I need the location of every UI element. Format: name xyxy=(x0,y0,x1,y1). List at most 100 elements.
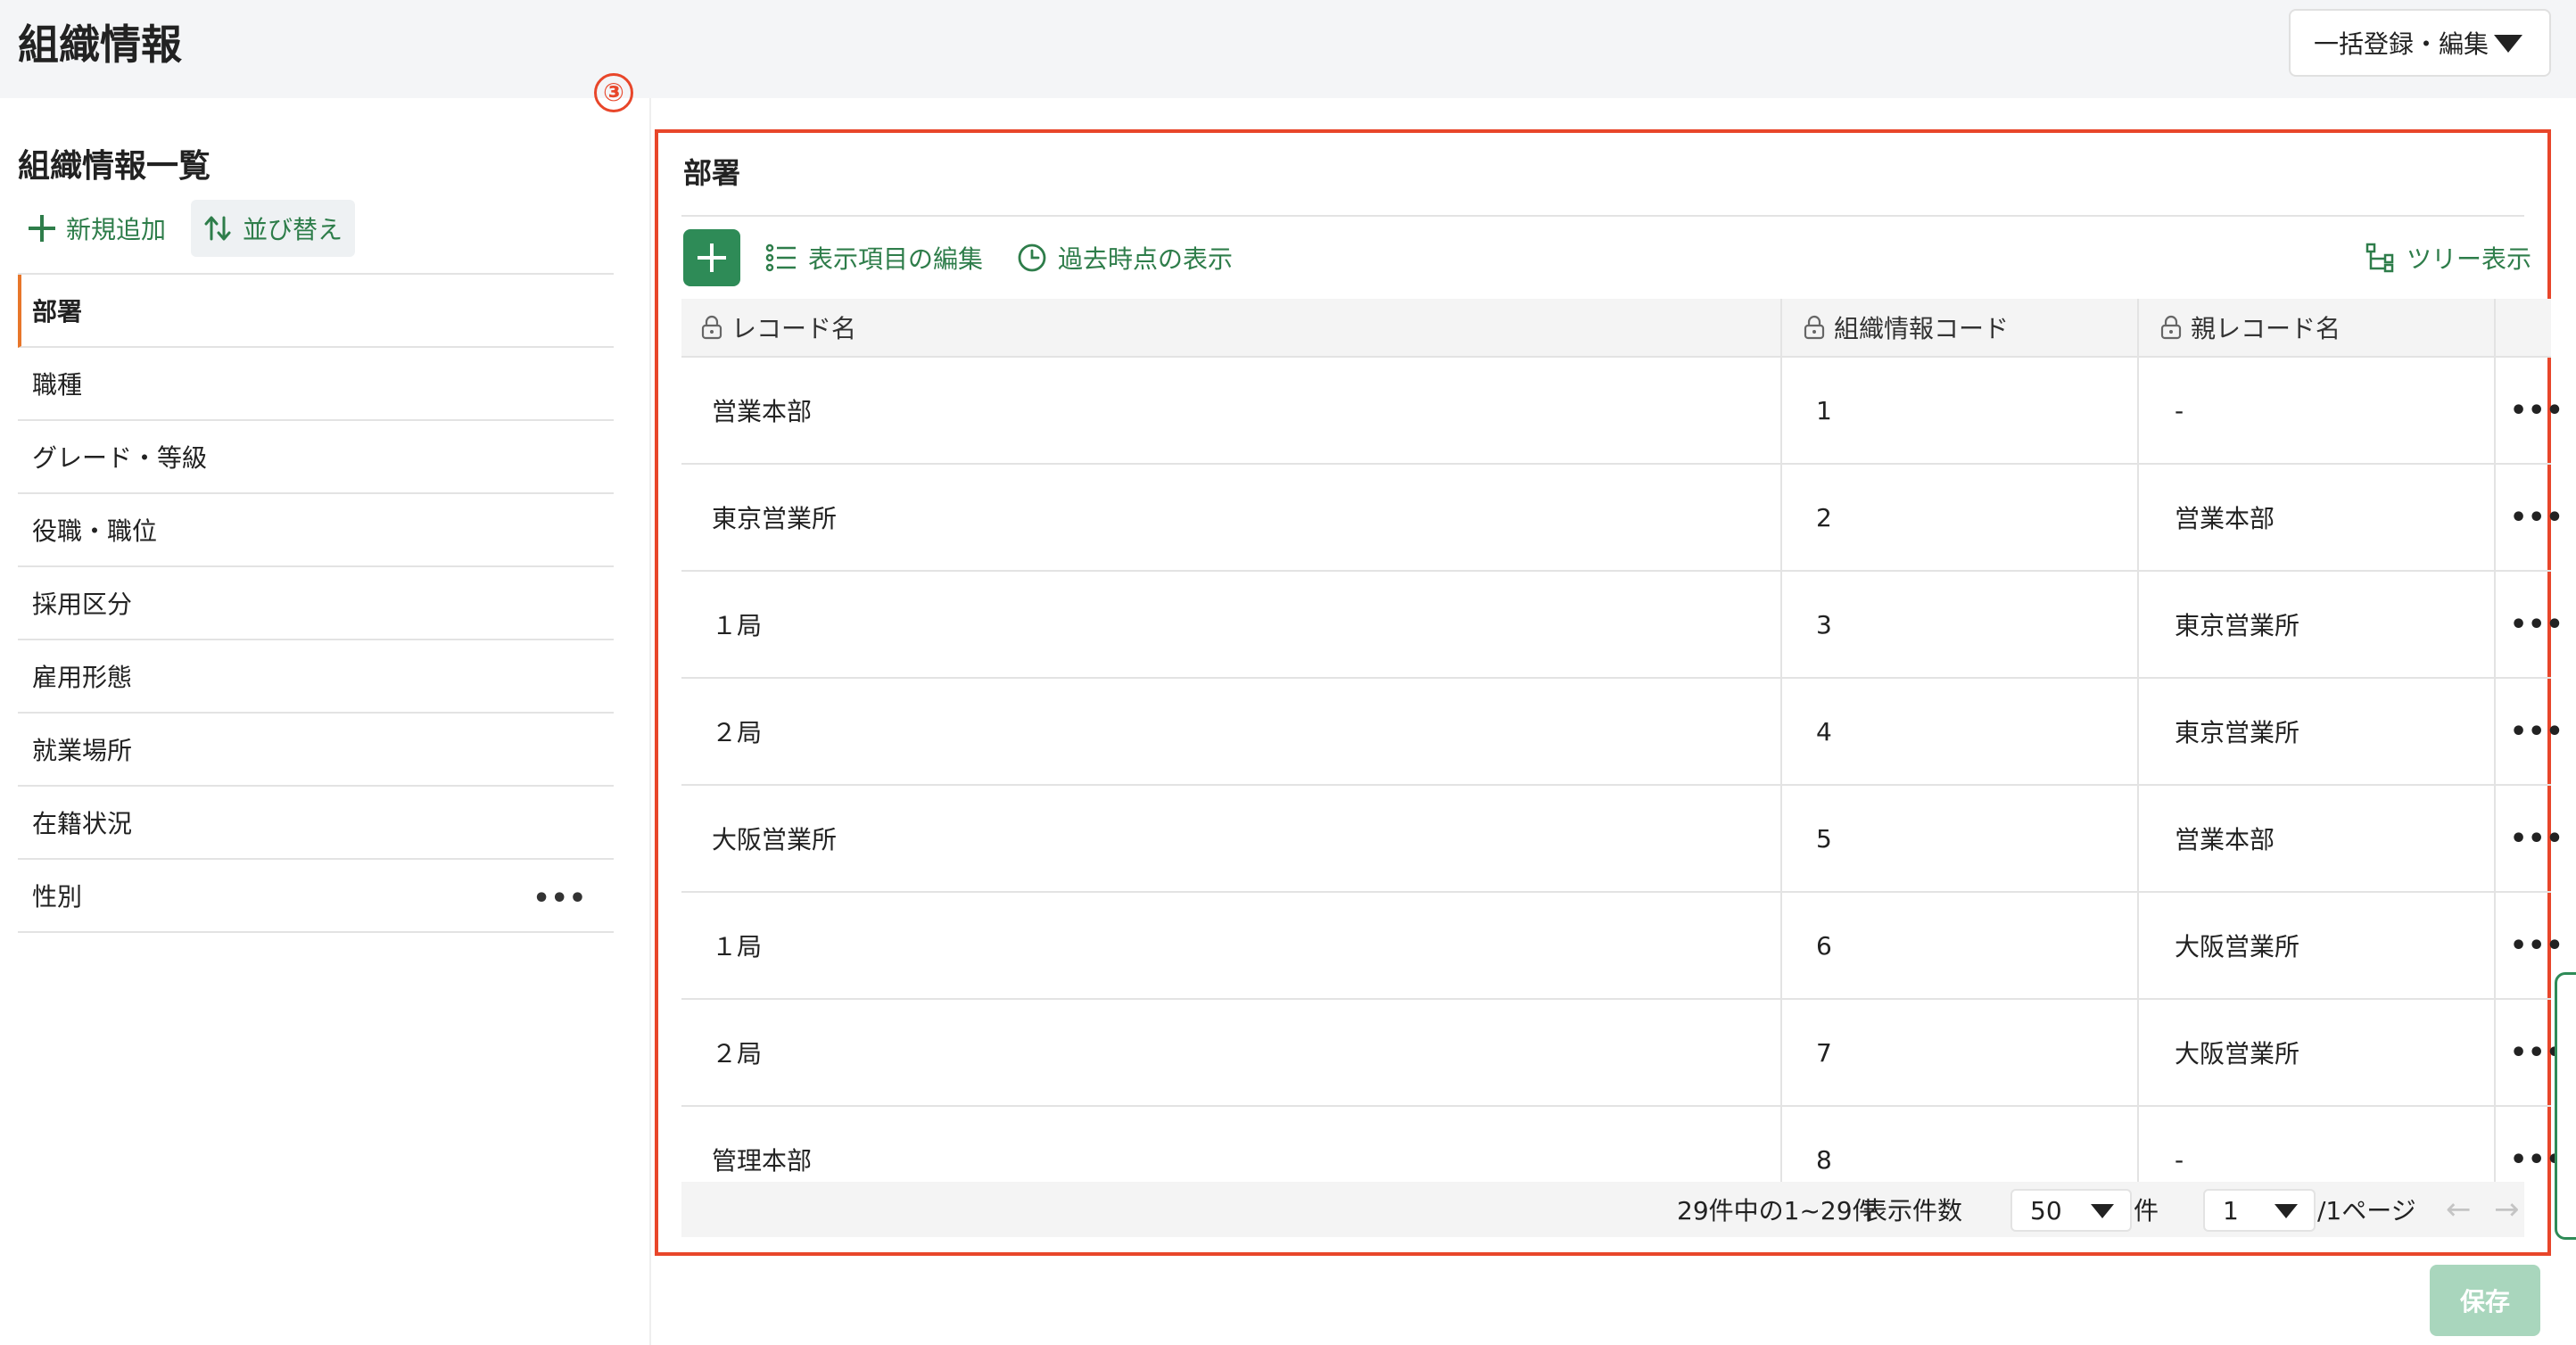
sidebar-item-label: 採用区分 xyxy=(32,590,133,619)
row-menu-icon[interactable]: ••• xyxy=(2510,465,2564,570)
row-menu-icon[interactable]: ••• xyxy=(2510,679,2564,784)
page-title: 組織情報 xyxy=(18,21,182,69)
table-row[interactable]: 東京営業所 2 営業本部 ••• xyxy=(681,465,2564,572)
records-table: レコード名 組織情報コード 親レコード名 営業本部 1 - ••• 東京営業所 … xyxy=(681,299,2564,1212)
sidebar-item-label: 職種 xyxy=(32,370,83,400)
lock-icon xyxy=(701,315,722,340)
sidebar-item-grade[interactable]: グレード・等級 xyxy=(18,421,614,494)
page-value: 1 xyxy=(2223,1195,2239,1225)
table-row[interactable]: 大阪営業所 5 営業本部 ••• xyxy=(681,786,2564,893)
cell-record-name: １局 xyxy=(712,932,763,961)
cell-org-code: 7 xyxy=(1816,1037,1832,1068)
panel-title: 部署 xyxy=(683,156,741,190)
table-row[interactable]: １局 3 東京営業所 ••• xyxy=(681,572,2564,679)
row-menu-icon[interactable]: ••• xyxy=(2510,572,2564,677)
more-options-icon[interactable]: ••• xyxy=(533,883,587,914)
plus-icon xyxy=(29,215,55,242)
cell-org-code: 4 xyxy=(1816,716,1832,747)
panel-divider xyxy=(649,98,651,1345)
cell-parent-record: 大阪営業所 xyxy=(2175,932,2300,961)
caret-down-icon xyxy=(2091,1204,2114,1218)
edit-columns-label: 表示項目の編集 xyxy=(808,244,984,274)
table-row[interactable]: ２局 7 大阪営業所 ••• xyxy=(681,1000,2564,1107)
list-settings-icon xyxy=(765,243,796,272)
sidebar-item-label: 就業場所 xyxy=(32,736,133,765)
sort-arrows-icon xyxy=(204,216,231,241)
tree-view-button[interactable]: ツリー表示 xyxy=(2365,229,2531,286)
table-row[interactable]: ２局 4 東京営業所 ••• xyxy=(681,679,2564,786)
caret-down-icon xyxy=(2494,35,2522,53)
record-count: 29件中の1~29件 xyxy=(1677,1196,1878,1225)
column-header-parent-record[interactable]: 親レコード名 xyxy=(2160,299,2341,356)
cell-record-name: 東京営業所 xyxy=(712,504,838,533)
cell-parent-record: 大阪営業所 xyxy=(2175,1039,2300,1069)
column-divider xyxy=(2137,299,2139,1182)
sidebar-item-employment-type[interactable]: 雇用形態 xyxy=(18,640,614,714)
column-label: 親レコード名 xyxy=(2191,314,2341,343)
page-select[interactable]: 1 xyxy=(2203,1189,2316,1232)
cell-parent-record: 東京営業所 xyxy=(2175,611,2300,640)
cell-org-code: 3 xyxy=(1816,609,1832,639)
next-page-icon[interactable]: → xyxy=(2494,1182,2520,1237)
caret-down-icon xyxy=(2275,1204,2298,1218)
bulk-register-edit-button[interactable]: 一括登録・編集 xyxy=(2289,9,2551,77)
cell-parent-record: 営業本部 xyxy=(2175,825,2275,854)
prev-page-icon[interactable]: ← xyxy=(2446,1182,2472,1237)
column-divider xyxy=(2494,299,2496,1182)
cell-org-code: 2 xyxy=(1816,502,1832,532)
top-bar xyxy=(0,0,2576,98)
row-menu-icon[interactable]: ••• xyxy=(2510,358,2564,463)
sidebar-item-label: グレード・等級 xyxy=(32,443,208,473)
cell-parent-record: - xyxy=(2175,395,2184,425)
sidebar-item-enrollment-status[interactable]: 在籍状況 xyxy=(18,787,614,860)
org-category-list: 部署 職種 グレード・等級 役職・職位 採用区分 雇用形態 就業場所 在籍状況 … xyxy=(18,273,614,933)
per-page-unit: 件 xyxy=(2134,1196,2159,1225)
sidebar-item-label: 在籍状況 xyxy=(32,809,133,838)
row-menu-icon[interactable]: ••• xyxy=(2510,786,2564,891)
cell-parent-record: 営業本部 xyxy=(2175,504,2275,533)
lock-icon xyxy=(2160,315,2182,340)
sidebar-item-label: 雇用形態 xyxy=(32,663,133,692)
add-record-button[interactable] xyxy=(683,229,740,286)
cell-record-name: ２局 xyxy=(712,718,763,747)
sidebar-item-gender[interactable]: 性別 ••• xyxy=(18,860,614,933)
sidebar-item-label: 性別 xyxy=(32,882,83,912)
per-page-select[interactable]: 50 xyxy=(2010,1189,2132,1232)
edit-columns-button[interactable]: 表示項目の編集 xyxy=(765,229,983,286)
add-new-button[interactable]: 新規追加 xyxy=(18,200,178,257)
cell-record-name: ２局 xyxy=(712,1039,763,1069)
sidebar-item-position[interactable]: 役職・職位 xyxy=(18,494,614,567)
sidebar-item-hiring-type[interactable]: 採用区分 xyxy=(18,567,614,640)
table-header: レコード名 組織情報コード 親レコード名 xyxy=(681,299,2551,358)
per-page-label: 表示件数 xyxy=(1862,1196,1963,1225)
sidebar-item-work-location[interactable]: 就業場所 xyxy=(18,714,614,787)
save-button[interactable]: 保存 xyxy=(2430,1265,2540,1336)
bulk-button-label: 一括登録・編集 xyxy=(2314,29,2489,59)
table-row[interactable]: １局 6 大阪営業所 ••• xyxy=(681,893,2564,1000)
cell-record-name: 大阪営業所 xyxy=(712,825,838,854)
tree-view-label: ツリー表示 xyxy=(2407,244,2532,274)
column-label: レコード名 xyxy=(731,314,857,343)
column-header-record-name[interactable]: レコード名 xyxy=(701,299,856,356)
table-row[interactable]: 営業本部 1 - ••• xyxy=(681,358,2564,465)
department-panel: 部署 表示項目の編集 過去時点の表示 ツリー表示 レコード名 組織情報コード 親… xyxy=(655,129,2564,1256)
sidebar-item-job-type[interactable]: 職種 xyxy=(18,348,614,421)
sidebar-item-label: 部署 xyxy=(32,297,83,326)
divider xyxy=(681,215,2524,217)
add-new-label: 新規追加 xyxy=(66,215,167,244)
column-divider xyxy=(1780,299,1782,1182)
cell-record-name: 営業本部 xyxy=(712,397,813,426)
tree-icon xyxy=(2365,243,2394,273)
chat-side-tab[interactable] xyxy=(2555,972,2576,1240)
sidebar-item-department[interactable]: 部署 xyxy=(18,275,614,348)
left-toolbar: 新規追加 並び替え xyxy=(18,200,356,257)
cell-org-code: 6 xyxy=(1816,930,1832,961)
sort-label: 並び替え xyxy=(243,215,343,244)
sort-button[interactable]: 並び替え xyxy=(191,200,356,257)
org-list-title: 組織情報一覧 xyxy=(18,148,211,185)
column-header-org-code[interactable]: 組織情報コード xyxy=(1804,299,2009,356)
per-page-value: 50 xyxy=(2030,1195,2062,1225)
page-total: /1ページ xyxy=(2317,1196,2416,1225)
past-view-button[interactable]: 過去時点の表示 xyxy=(1017,229,1233,286)
cell-org-code: 5 xyxy=(1816,823,1832,854)
